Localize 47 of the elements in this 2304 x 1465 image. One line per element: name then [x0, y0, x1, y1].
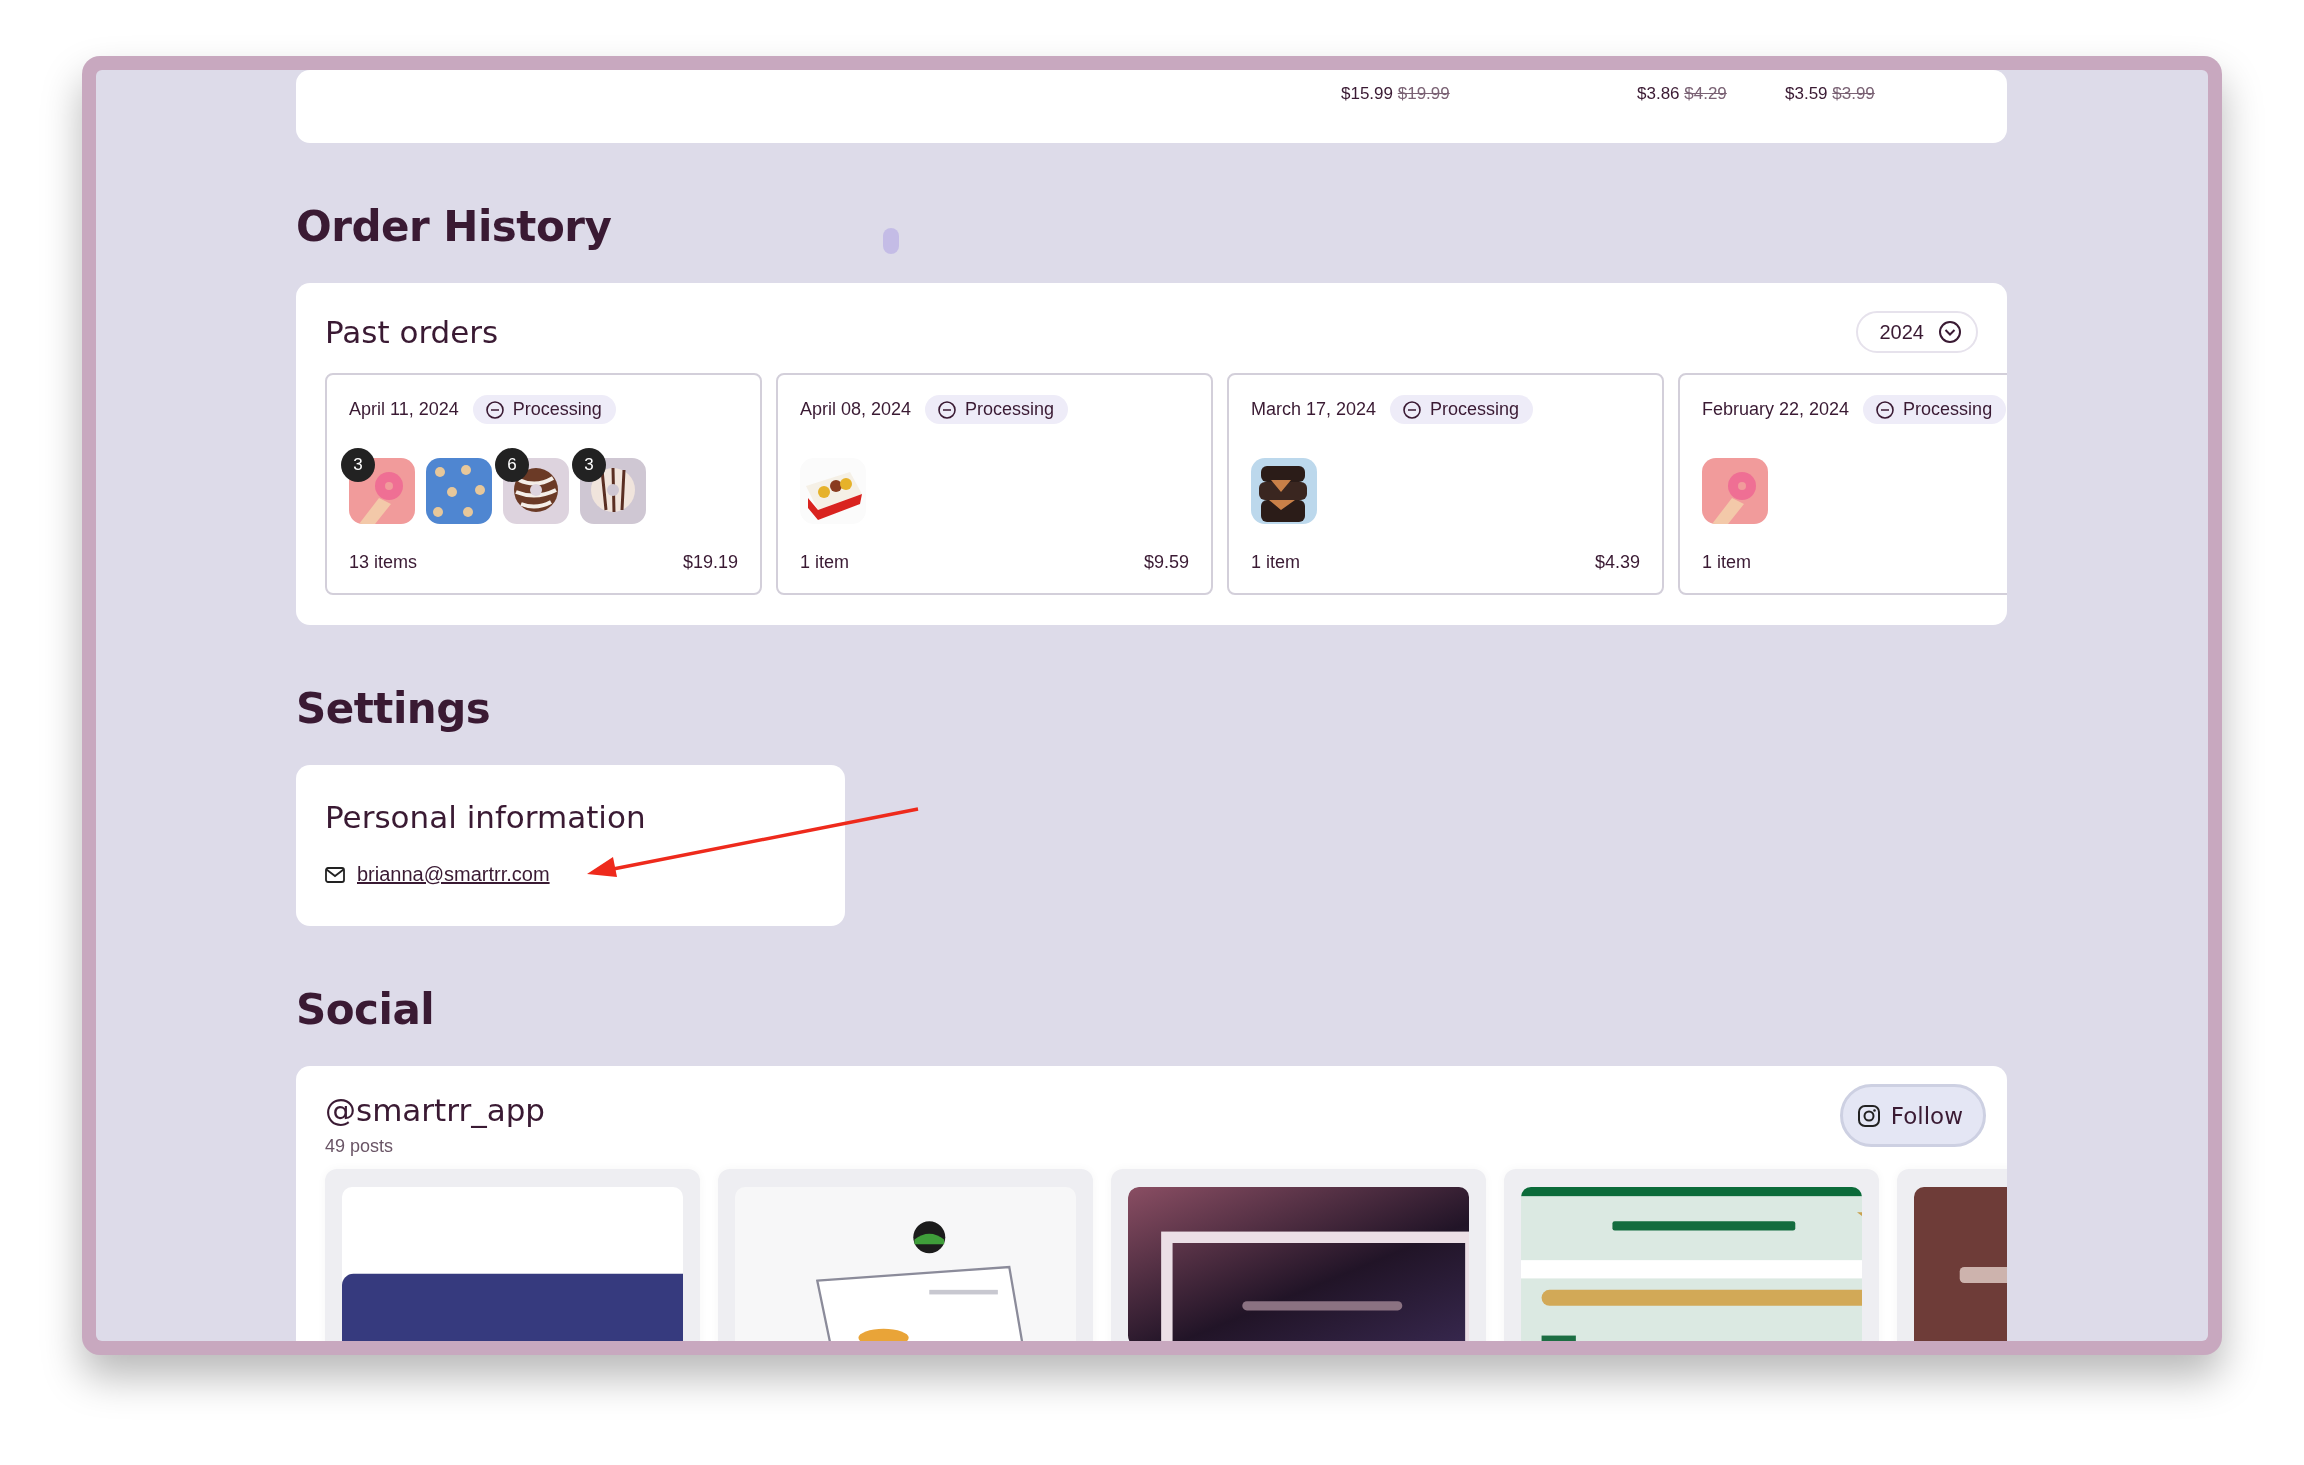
- status-badge: Processing: [472, 395, 616, 424]
- post-tile[interactable]: [1111, 1169, 1486, 1341]
- order-card[interactable]: February 22, 2024 Processing 1 item: [1678, 373, 2007, 595]
- status-icon: [937, 399, 958, 420]
- quantity-badge: 3: [572, 448, 606, 482]
- item-count: 1 item: [800, 552, 850, 573]
- status-badge: Processing: [1863, 395, 2007, 424]
- order-date: April 11, 2024: [349, 399, 459, 420]
- order-total: $19.19: [682, 552, 738, 573]
- post-tile[interactable]: [718, 1169, 1093, 1341]
- status-badge: Processing: [1390, 395, 1534, 424]
- item-count: 13 items: [349, 552, 418, 573]
- card-title: Personal information: [325, 799, 646, 835]
- social-handle: @smartrr_app: [325, 1092, 546, 1128]
- order-card[interactable]: April 11, 2024 Processing 3 6 3 13 items $19.19: [325, 373, 762, 595]
- order-date: April 08, 2024: [800, 399, 912, 420]
- order-total: $4.39: [1594, 552, 1640, 573]
- status-icon: [484, 399, 505, 420]
- status-icon: [1402, 399, 1423, 420]
- mail-icon: [325, 866, 345, 883]
- posts-count: 49 posts: [325, 1136, 394, 1157]
- item-count: 1 item: [1702, 552, 1752, 573]
- section-heading: Social: [296, 986, 435, 1034]
- camera-icon: [1856, 1103, 1881, 1128]
- quantity-badge: 3: [341, 448, 375, 482]
- status-badge: Processing: [925, 395, 1069, 424]
- order-date: February 22, 2024: [1702, 399, 1850, 420]
- chevron-down-icon: [1938, 320, 1962, 344]
- order-total: $9.59: [1143, 552, 1189, 573]
- section-heading: Settings: [296, 685, 491, 733]
- year-dropdown[interactable]: 2024: [1855, 311, 1978, 353]
- product-price: $15.99 $19.99: [1341, 83, 1451, 105]
- card-title: Past orders: [325, 314, 499, 350]
- order-card[interactable]: March 17, 2024 Processing 1 item $4.39: [1227, 373, 1664, 595]
- order-card[interactable]: April 08, 2024 Processing 1 item $9.59: [776, 373, 1213, 595]
- quantity-badge: 6: [495, 448, 529, 482]
- item-count: 1 item: [1251, 552, 1301, 573]
- product-price: $3.59 $3.99: [1785, 83, 1876, 105]
- scroll-indicator: [883, 228, 899, 254]
- status-icon: [1875, 399, 1896, 420]
- post-tile[interactable]: [325, 1169, 700, 1341]
- post-tile[interactable]: [1504, 1169, 1879, 1341]
- product-price: $3.86 $4.29: [1637, 83, 1728, 105]
- order-date: March 17, 2024: [1251, 399, 1377, 420]
- email-link[interactable]: brianna@smartrr.com: [357, 863, 550, 886]
- section-heading: Order History: [296, 203, 612, 251]
- follow-button[interactable]: Follow: [1839, 1084, 1986, 1147]
